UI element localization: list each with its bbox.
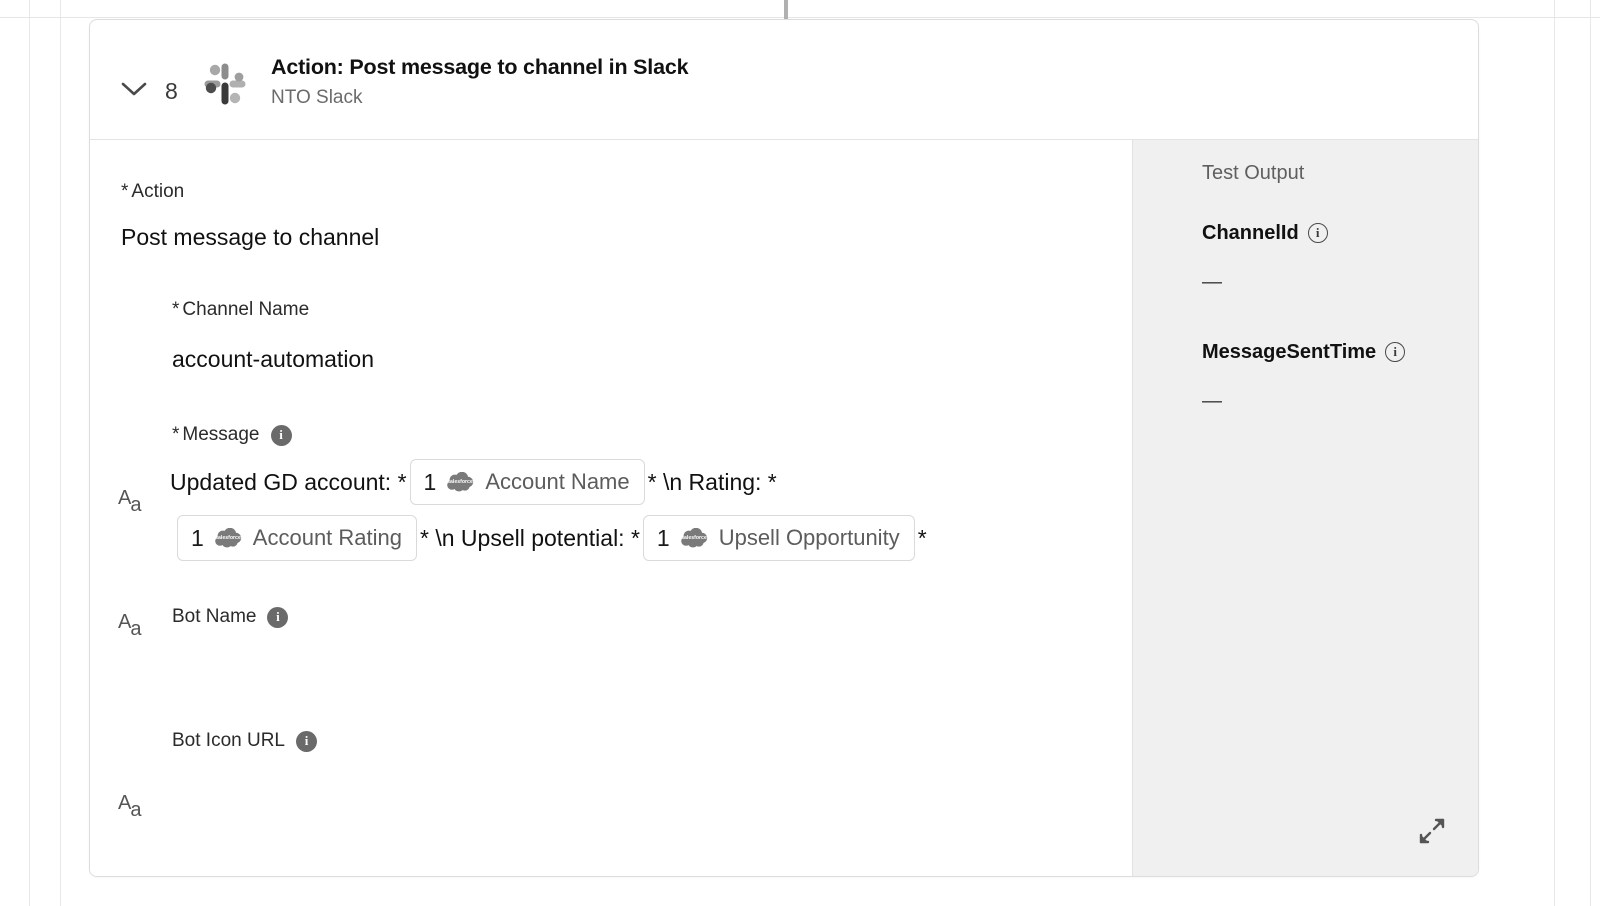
salesforce-icon: salesforce [446, 472, 474, 492]
step-number: 8 [165, 78, 178, 104]
message-field-label: * Message i [172, 423, 292, 447]
action-form-pane: * Action Post message to channel Aa * Chan… [90, 140, 1132, 876]
info-circle-outline-icon[interactable]: i [1385, 342, 1406, 362]
merge-chip-step-number: 1 [656, 525, 670, 551]
canvas-guide-rail-left-outer [29, 0, 30, 906]
bot-name-field-label: Bot Name i [172, 605, 289, 629]
bot-icon-url-field-label: Bot Icon URL i [172, 729, 317, 753]
message-line-1: Updated GD account: * 1 salesforce Accou… [170, 458, 1110, 506]
info-icon[interactable]: i [296, 730, 317, 752]
expand-diagonal-icon[interactable] [1418, 817, 1446, 845]
action-step-card: 8 Action: Post message to channel in Sla… [89, 19, 1479, 877]
action-label-text: Action [131, 181, 185, 202]
step-card-header[interactable]: 8 Action: Post message to channel in Sla… [90, 20, 1478, 140]
canvas-guide-rail-left-inner [60, 0, 61, 906]
merge-chip-label: Account Name [485, 469, 630, 494]
action-field-value-row[interactable]: Post message to channel [121, 222, 379, 252]
required-marker: * [172, 299, 180, 320]
action-field-value: Post message to channel [121, 224, 380, 250]
info-circle-outline-icon[interactable]: i [1307, 223, 1328, 243]
merge-field-chip-upsell-opportunity[interactable]: 1 salesforce Upsell Opportunity [642, 515, 915, 561]
test-output-title: Test Output [1202, 162, 1305, 184]
text-type-icon-lower: a [130, 799, 142, 821]
output-item-message-sent-time: MessageSentTime i — [1202, 339, 1406, 414]
merge-field-chip-account-rating[interactable]: 1 salesforce Account Rating [177, 515, 417, 561]
output-item-value: — [1202, 271, 1222, 293]
message-field-label-row: * Message i [172, 423, 292, 447]
output-name-text: ChannelId [1202, 222, 1299, 244]
required-marker: * [172, 424, 180, 445]
slack-icon [201, 60, 249, 108]
text-type-icon-lower: a [130, 494, 142, 516]
merge-chip-step-number: 1 [423, 469, 437, 495]
message-label-text: Message [182, 424, 260, 445]
test-output-pane: Test Output ChannelId i — MessageSentTim… [1132, 140, 1478, 876]
merge-field-chip-account-name[interactable]: 1 salesforce Account Name [409, 459, 645, 505]
output-item-name: MessageSentTime i [1202, 339, 1406, 365]
text-type-icon: Aa [118, 793, 142, 820]
step-card-body: * Action Post message to channel Aa * Chan… [90, 140, 1478, 876]
channel-name-label-text: Channel Name [182, 299, 310, 320]
message-line-2: 1 salesforce Account Rating * \n Upsell … [170, 514, 1110, 562]
message-text-tail-2: * [917, 525, 927, 551]
action-field-label: * Action [121, 180, 184, 204]
svg-text:salesforce: salesforce [215, 535, 241, 541]
svg-text:salesforce: salesforce [447, 479, 473, 485]
output-item-value: — [1202, 390, 1222, 412]
output-name-text: MessageSentTime [1202, 341, 1377, 363]
merge-chip-label: Account Rating [252, 525, 402, 550]
text-type-icon-lower: a [130, 618, 142, 640]
step-subtitle: NTO Slack [271, 87, 363, 108]
workflow-canvas: 8 Action: Post message to channel in Sla… [0, 0, 1600, 906]
message-input[interactable]: Updated GD account: * 1 salesforce Accou… [170, 458, 1110, 562]
info-icon[interactable]: i [270, 424, 292, 446]
output-item-channel-id: ChannelId i — [1202, 220, 1328, 295]
canvas-guide-rail-right-outer [1590, 0, 1591, 906]
bot-name-input[interactable] [172, 645, 992, 687]
step-title: Action: Post message to channel in Slack [271, 55, 689, 79]
salesforce-icon: salesforce [214, 528, 242, 548]
chevron-down-icon[interactable] [117, 74, 151, 104]
message-text-mid: * \n Upsell potential: * [420, 525, 640, 551]
bot-icon-url-field-label-row: Bot Icon URL i [172, 729, 317, 753]
text-type-icon: Aa [118, 488, 142, 515]
text-type-icon: Aa [118, 612, 142, 639]
action-field: * Action [121, 180, 184, 204]
merge-chip-label: Upsell Opportunity [718, 525, 900, 550]
channel-name-field-label: * Channel Name [172, 298, 309, 322]
bot-name-field-label-row: Bot Name i [172, 605, 289, 629]
bot-name-label-text: Bot Name [172, 606, 257, 627]
step-connector-line [784, 0, 788, 19]
message-text-lead: Updated GD account: * [170, 469, 407, 495]
merge-chip-step-number: 1 [191, 525, 204, 551]
required-marker: * [121, 181, 129, 202]
message-text-tail-1: * \n Rating: * [647, 469, 777, 495]
bot-icon-url-input[interactable] [172, 769, 992, 811]
svg-text:salesforce: salesforce [681, 535, 707, 541]
step-header-text: Action: Post message to channel in Slack… [271, 53, 689, 111]
output-item-name: ChannelId i [1202, 220, 1328, 246]
channel-name-input[interactable]: account-automation [172, 344, 374, 374]
channel-name-field-label-row: * Channel Name [172, 298, 309, 322]
salesforce-icon: salesforce [680, 528, 708, 548]
channel-name-value: account-automation [172, 346, 375, 372]
bot-icon-url-label-text: Bot Icon URL [172, 730, 285, 751]
info-icon[interactable]: i [267, 606, 289, 628]
canvas-top-rule [0, 17, 1600, 18]
canvas-guide-rail-right-inner [1554, 0, 1555, 906]
